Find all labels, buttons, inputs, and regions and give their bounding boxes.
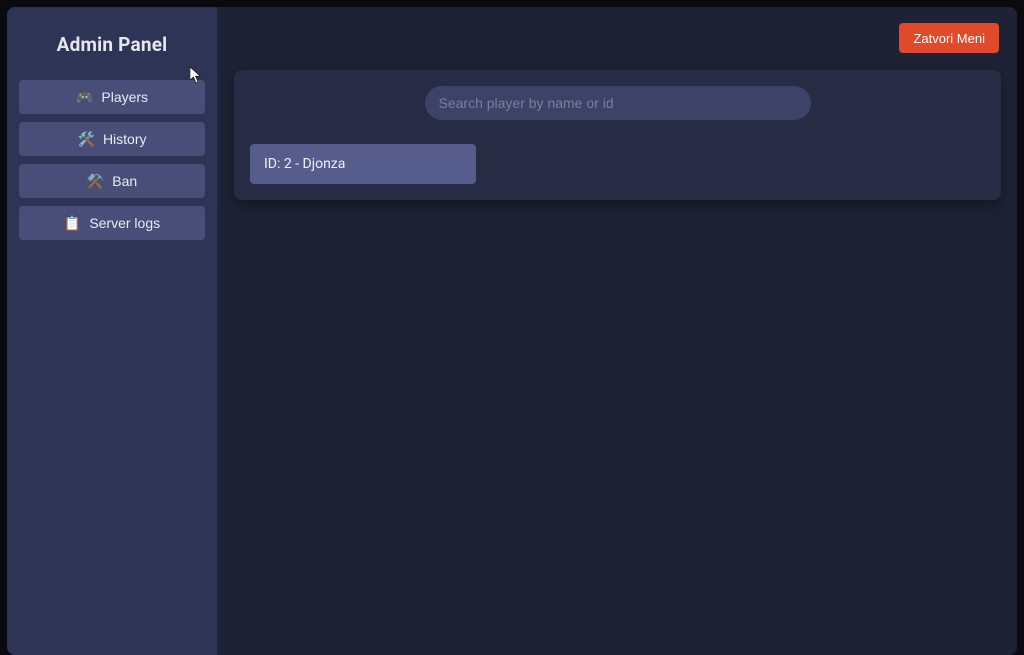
player-card-label: ID: 2 - Djonza	[264, 156, 345, 172]
hammer-icon: ⚒️	[87, 174, 104, 188]
sidebar-item-label: Server logs	[89, 215, 160, 231]
close-menu-button[interactable]: Zatvori Meni	[899, 23, 999, 53]
sidebar-item-label: Ban	[112, 173, 137, 189]
sidebar-item-ban[interactable]: ⚒️ Ban	[19, 164, 205, 198]
sidebar-item-label: Players	[101, 89, 148, 105]
sidebar-item-server-logs[interactable]: 📋 Server logs	[19, 206, 205, 240]
main-content: Zatvori Meni ID: 2 - Djonza	[218, 7, 1017, 655]
sidebar: Admin Panel 🎮 Players 🛠️ History ⚒️ Ban …	[7, 7, 218, 655]
sidebar-item-players[interactable]: 🎮 Players	[19, 80, 205, 114]
gamepad-icon: 🎮	[76, 90, 93, 104]
search-row	[250, 86, 985, 120]
tools-icon: 🛠️	[78, 132, 95, 146]
sidebar-item-history[interactable]: 🛠️ History	[19, 122, 205, 156]
clipboard-icon: 📋	[64, 216, 81, 230]
admin-window: Admin Panel 🎮 Players 🛠️ History ⚒️ Ban …	[7, 7, 1017, 655]
player-results: ID: 2 - Djonza	[250, 144, 985, 184]
player-card[interactable]: ID: 2 - Djonza	[250, 144, 476, 184]
sidebar-title: Admin Panel	[19, 33, 205, 56]
sidebar-item-label: History	[103, 131, 147, 147]
players-panel: ID: 2 - Djonza	[234, 70, 1001, 200]
search-input[interactable]	[425, 86, 811, 120]
